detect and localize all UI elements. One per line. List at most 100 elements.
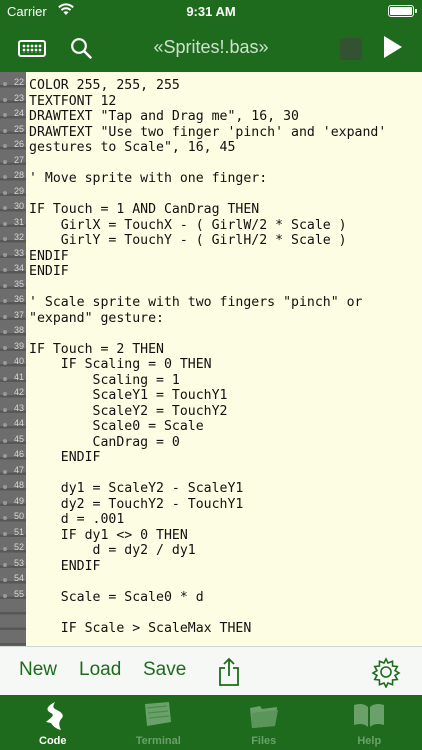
code-line[interactable]: ENDIF [29, 249, 418, 265]
line-marker-dot [3, 299, 7, 303]
code-line[interactable] [29, 156, 418, 172]
code-line[interactable]: d = .001 [29, 512, 418, 528]
line-number: 32 [14, 232, 25, 242]
tab-label: Help [357, 735, 382, 747]
line-number: 37 [14, 309, 25, 320]
code-line[interactable] [29, 187, 418, 203]
code-line[interactable]: TEXTFONT 12 [29, 94, 418, 110]
code-line[interactable]: ' Scale sprite with two fingers "pinch" … [29, 295, 418, 311]
line-number: 55 [14, 588, 25, 599]
line-marker-dot [3, 314, 7, 319]
share-icon[interactable] [217, 657, 241, 687]
code-line[interactable]: IF Scaling = 0 THEN [29, 357, 418, 373]
save-button[interactable]: Save [143, 659, 186, 681]
line-marker-dot [3, 376, 7, 381]
run-button[interactable] [384, 36, 402, 58]
tab-terminal[interactable]: Terminal [106, 695, 212, 750]
code-line[interactable]: GirlX = TouchX - ( GirlW/2 * Scale ) [29, 218, 418, 234]
tab-label: Code [39, 735, 67, 747]
code-line[interactable]: Scale = Scale0 * d [29, 590, 418, 606]
tab-code[interactable]: Code [0, 695, 106, 750]
line-marker-dot [3, 485, 7, 489]
line-number: 51 [14, 526, 25, 537]
code-line[interactable]: IF Scale > ScaleMax THEN [29, 621, 418, 637]
line-number: 31 [14, 216, 25, 227]
code-text[interactable]: COLOR 255, 255, 255 TEXTFONT 12 DRAWTEXT "… [29, 78, 418, 636]
line-marker-dot [3, 237, 7, 241]
line-marker-dot [3, 252, 7, 257]
line-marker-dot [3, 547, 7, 551]
line-number: 52 [14, 542, 25, 552]
load-button[interactable]: Load [79, 659, 121, 681]
code-line[interactable] [29, 466, 418, 482]
tab-bar: Code Terminal Files Help [0, 695, 422, 750]
line-number: 34 [14, 263, 25, 273]
code-line[interactable]: dy1 = ScaleY2 - ScaleY1 [29, 481, 418, 497]
code-line[interactable] [29, 326, 418, 342]
code-line[interactable]: IF dy1 <> 0 THEN [29, 528, 418, 544]
line-marker-dot [3, 128, 7, 133]
line-marker-dot [3, 469, 7, 474]
line-marker-dot [3, 221, 7, 226]
code-line[interactable]: "expand" gesture: [29, 311, 418, 327]
line-marker-dot [3, 330, 7, 334]
code-line[interactable]: Scale0 = Scale [29, 419, 418, 435]
code-line[interactable]: ENDIF [29, 450, 418, 466]
line-marker-dot [3, 361, 7, 365]
tab-help[interactable]: Help [317, 695, 422, 750]
line-marker-dot [3, 500, 7, 505]
code-line[interactable] [29, 605, 418, 621]
line-marker-dot [3, 206, 7, 210]
line-marker-dot [3, 175, 7, 179]
stop-button[interactable] [340, 38, 362, 60]
code-line[interactable]: DRAWTEXT "Tap and Drag me", 16, 30 [29, 109, 418, 125]
folder-icon [247, 700, 281, 735]
new-button[interactable]: New [19, 659, 57, 681]
code-line[interactable] [29, 280, 418, 296]
settings-gear-icon[interactable] [370, 656, 402, 689]
code-line[interactable]: IF Touch = 1 AND CanDrag THEN [29, 202, 418, 218]
line-number: 40 [14, 356, 25, 366]
code-line[interactable]: GirlY = TouchY - ( GirlH/2 * Scale ) [29, 233, 418, 249]
editor-toolbar: New Load Save [0, 646, 422, 695]
line-number: 46 [14, 449, 25, 459]
code-line[interactable]: CanDrag = 0 [29, 435, 418, 451]
line-number: 38 [14, 325, 25, 335]
code-line[interactable]: COLOR 255, 255, 255 [29, 78, 418, 94]
code-line[interactable]: ScaleY1 = TouchY1 [29, 388, 418, 404]
status-bar: Carrier 9:31 AM [0, 0, 422, 24]
line-marker-dot [3, 578, 7, 582]
code-line[interactable]: d = dy2 / dy1 [29, 543, 418, 559]
code-line[interactable]: IF Touch = 2 THEN [29, 342, 418, 358]
line-number: 53 [14, 557, 25, 568]
code-line[interactable] [29, 574, 418, 590]
code-line[interactable]: ENDIF [29, 559, 418, 575]
code-line[interactable]: ScaleY2 = TouchY2 [29, 404, 418, 420]
tab-files[interactable]: Files [211, 695, 317, 750]
line-number: 26 [14, 139, 25, 149]
line-number: 24 [14, 108, 25, 118]
line-number-gutter: 22 23 24 25 26 27 28 29 30 31 32 33 34 35 36 37 38 39 40 41… [0, 72, 26, 646]
line-marker-dot [3, 454, 7, 458]
code-line[interactable]: ' Move sprite with one finger: [29, 171, 418, 187]
code-line[interactable]: Scaling = 1 [29, 373, 418, 389]
line-marker-dot [3, 283, 7, 288]
line-marker-dot [3, 593, 7, 598]
line-number: 42 [14, 387, 25, 397]
line-marker-dot [3, 345, 7, 350]
code-line[interactable]: gestures to Scale", 16, 45 [29, 140, 418, 156]
line-number: 49 [14, 495, 25, 506]
code-line[interactable]: DRAWTEXT "Use two finger 'pinch' and 'ex… [29, 125, 418, 141]
code-line[interactable]: ENDIF [29, 264, 418, 280]
line-marker-dot [3, 113, 7, 117]
line-number: 44 [14, 418, 25, 428]
line-number: 47 [14, 464, 25, 475]
code-line[interactable]: dy2 = TouchY2 - TouchY1 [29, 497, 418, 513]
line-marker-dot [3, 407, 7, 412]
line-number: 23 [14, 92, 25, 103]
code-editor[interactable]: 22 23 24 25 26 27 28 29 30 31 32 33 34 35 36 37 38 39 40 41… [0, 72, 422, 646]
line-marker-dot [3, 423, 7, 427]
line-marker-dot [3, 392, 7, 396]
line-number: 39 [14, 340, 25, 351]
code-icon [39, 700, 67, 737]
